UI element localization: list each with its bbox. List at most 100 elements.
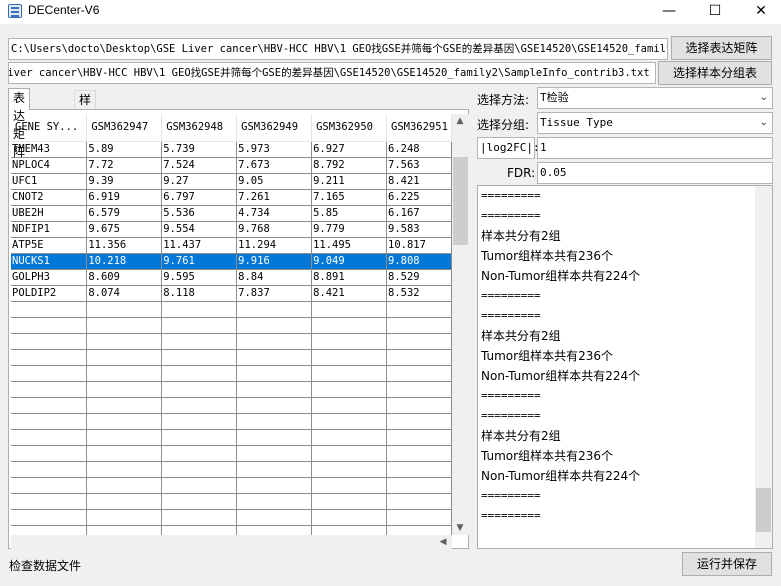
expression-value-cell[interactable]: 6.167	[386, 205, 452, 222]
column-header[interactable]: GSM362948	[161, 114, 238, 142]
select-group-button[interactable]: 选择样本分组表	[658, 61, 772, 85]
close-button[interactable]: ✕	[738, 0, 781, 24]
expression-value-cell[interactable]: 9.595	[161, 269, 238, 286]
expression-value-cell[interactable]: 6.248	[386, 141, 452, 158]
expression-value-cell[interactable]: 5.973	[236, 141, 313, 158]
expression-value-cell[interactable]: 6.579	[86, 205, 163, 222]
table-row[interactable]: GOLPH3 8.609 9.595 8.84 8.891 8.529	[11, 269, 452, 286]
chevron-down-icon[interactable]: ⌄	[760, 113, 768, 133]
method-select[interactable]: T检验 ⌄	[537, 87, 773, 109]
expression-value-cell[interactable]: 9.39	[86, 173, 163, 190]
expression-value-cell[interactable]: 11.356	[86, 237, 163, 254]
gene-symbol-cell[interactable]: NDFIP1	[11, 221, 88, 238]
expression-value-cell[interactable]: 8.074	[86, 285, 163, 302]
scroll-left-icon[interactable]: ◀	[435, 535, 451, 549]
log-output[interactable]: ========= ========= 样本共分有2组 Tumor组样本共有236个 N…	[477, 185, 773, 549]
expression-value-cell[interactable]: 9.211	[311, 173, 387, 190]
expression-value-cell[interactable]: 10.817	[386, 237, 452, 254]
expression-value-cell[interactable]: 7.261	[236, 189, 313, 206]
group-select[interactable]: Tissue Type ⌄	[537, 112, 773, 134]
maximize-button[interactable]: ☐	[692, 0, 738, 24]
gene-symbol-cell[interactable]: UFC1	[11, 173, 88, 190]
expression-value-cell[interactable]: 6.797	[161, 189, 238, 206]
expression-value-cell[interactable]: 9.05	[236, 173, 313, 190]
expression-value-cell[interactable]: 5.536	[161, 205, 238, 222]
gene-symbol-cell[interactable]: UBE2H	[11, 205, 88, 222]
column-header[interactable]: GSM362950	[311, 114, 387, 142]
expression-value-cell[interactable]: 7.673	[236, 157, 313, 174]
expression-value-cell[interactable]: 11.495	[311, 237, 387, 254]
gene-symbol-cell[interactable]: NUCKS1	[11, 253, 88, 270]
expression-value-cell[interactable]: 9.768	[236, 221, 313, 238]
expression-value-cell[interactable]: 9.779	[311, 221, 387, 238]
table-row[interactable]: TMEM43 5.89 5.739 5.973 6.927 6.248	[11, 141, 452, 158]
expression-value-cell[interactable]: 7.563	[386, 157, 452, 174]
logfc-input[interactable]: 1	[537, 137, 773, 159]
grid-horizontal-scrollbar[interactable]: ◀	[11, 535, 452, 549]
expression-value-cell[interactable]: 6.919	[86, 189, 163, 206]
table-row[interactable]: UBE2H 6.579 5.536 4.734 5.85 6.167	[11, 205, 452, 222]
expression-value-cell[interactable]: 9.761	[161, 253, 238, 270]
table-row[interactable]: NPLOC4 7.72 7.524 7.673 8.792 7.563	[11, 157, 452, 174]
expression-value-cell[interactable]: 8.118	[161, 285, 238, 302]
expression-value-cell[interactable]: 11.437	[161, 237, 238, 254]
expression-value-cell[interactable]: 5.89	[86, 141, 163, 158]
expression-value-cell[interactable]: 7.165	[311, 189, 387, 206]
fdr-input[interactable]: 0.05	[537, 162, 773, 184]
gene-symbol-cell[interactable]: GOLPH3	[11, 269, 88, 286]
tab-sample-groups[interactable]: 样本分组信息	[74, 90, 97, 197]
matrix-path-field[interactable]: C:\Users\docto\Desktop\GSE Liver cancer\…	[8, 38, 668, 60]
expression-value-cell[interactable]: 8.421	[386, 173, 452, 190]
column-header[interactable]: GSM362949	[236, 114, 313, 142]
expression-value-cell[interactable]: 6.225	[386, 189, 452, 206]
expression-value-cell[interactable]: 9.583	[386, 221, 452, 238]
gene-symbol-cell[interactable]: POLDIP2	[11, 285, 88, 302]
expression-value-cell[interactable]: 8.532	[386, 285, 452, 302]
scroll-up-icon[interactable]: ▲	[452, 114, 468, 128]
expression-value-cell[interactable]: 9.916	[236, 253, 313, 270]
expression-value-cell[interactable]: 7.837	[236, 285, 313, 302]
scroll-down-icon[interactable]: ▼	[452, 521, 468, 535]
expression-grid[interactable]: GENE SY... GSM362947 GSM362948 GSM362949…	[11, 114, 452, 535]
expression-value-cell[interactable]: 4.734	[236, 205, 313, 222]
log-scrollbar[interactable]	[755, 186, 772, 548]
tab-expression-matrix[interactable]: 表达矩阵	[8, 88, 31, 159]
expression-value-cell[interactable]: 8.421	[311, 285, 387, 302]
expression-value-cell[interactable]: 10.218	[86, 253, 163, 270]
expression-value-cell[interactable]: 8.609	[86, 269, 163, 286]
group-path-field[interactable]: Liver cancer\HBV-HCC HBV\1 GEO找GSE并筛每个GS…	[8, 62, 656, 84]
table-row[interactable]: CNOT2 6.919 6.797 7.261 7.165 6.225	[11, 189, 452, 206]
table-row[interactable]: POLDIP2 8.074 8.118 7.837 8.421 8.532	[11, 285, 452, 302]
expression-value-cell[interactable]: 5.739	[161, 141, 238, 158]
table-row[interactable]: NDFIP1 9.675 9.554 9.768 9.779 9.583	[11, 221, 452, 238]
empty-cell	[161, 445, 238, 462]
select-matrix-button[interactable]: 选择表达矩阵	[671, 36, 772, 60]
expression-value-cell[interactable]: 9.554	[161, 221, 238, 238]
grid-vertical-scroll-thumb[interactable]	[453, 157, 468, 245]
table-row[interactable]: ATP5E 11.356 11.437 11.294 11.495 10.817	[11, 237, 452, 254]
column-header[interactable]: GSM362951	[386, 114, 452, 142]
grid-vertical-scrollbar[interactable]: ▲ ▼	[452, 114, 469, 535]
expression-value-cell[interactable]: 11.294	[236, 237, 313, 254]
expression-value-cell[interactable]: 5.85	[311, 205, 387, 222]
column-header[interactable]: GSM362947	[86, 114, 163, 142]
run-and-save-button[interactable]: 运行并保存	[682, 552, 772, 576]
table-row[interactable]: NUCKS1 10.218 9.761 9.916 9.049 9.808	[11, 253, 452, 270]
expression-value-cell[interactable]: 9.675	[86, 221, 163, 238]
expression-value-cell[interactable]: 8.529	[386, 269, 452, 286]
expression-value-cell[interactable]: 8.891	[311, 269, 387, 286]
expression-value-cell[interactable]: 7.72	[86, 157, 163, 174]
gene-symbol-cell[interactable]: ATP5E	[11, 237, 88, 254]
expression-value-cell[interactable]: 9.27	[161, 173, 238, 190]
expression-value-cell[interactable]: 9.049	[311, 253, 387, 270]
chevron-down-icon[interactable]: ⌄	[760, 88, 768, 108]
minimize-button[interactable]: —	[646, 0, 692, 24]
table-row[interactable]: UFC1 9.39 9.27 9.05 9.211 8.421	[11, 173, 452, 190]
log-scroll-thumb[interactable]	[756, 488, 771, 532]
expression-value-cell[interactable]: 7.524	[161, 157, 238, 174]
gene-symbol-cell[interactable]: CNOT2	[11, 189, 88, 206]
expression-value-cell[interactable]: 8.792	[311, 157, 387, 174]
expression-value-cell[interactable]: 6.927	[311, 141, 387, 158]
expression-value-cell[interactable]: 8.84	[236, 269, 313, 286]
expression-value-cell[interactable]: 9.808	[386, 253, 452, 270]
